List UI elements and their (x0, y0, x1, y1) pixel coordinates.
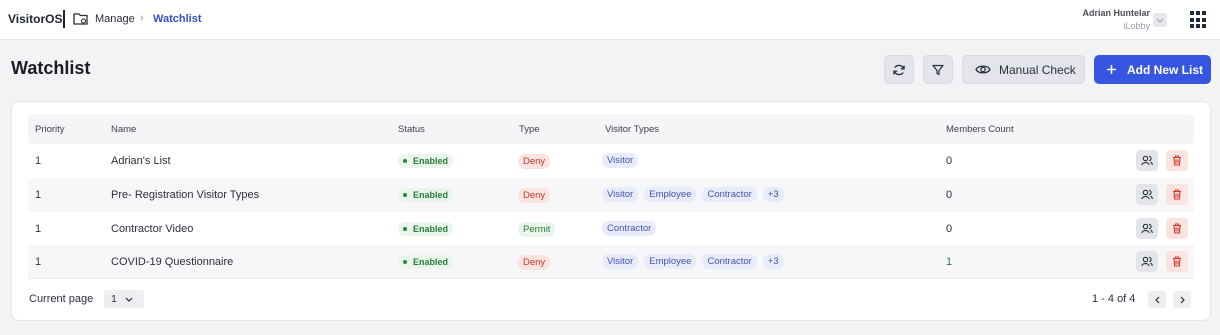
manage-members-button[interactable] (1136, 218, 1158, 239)
plus-icon (1107, 65, 1116, 74)
table-row[interactable]: 1 Adrian's List Enabled Deny Visitor 0 (28, 144, 1194, 178)
status-badge: Enabled (398, 154, 454, 168)
previous-page-button[interactable] (1148, 291, 1166, 308)
visitor-type-chip: Employee (644, 254, 697, 269)
chevron-right-icon (1180, 296, 1185, 303)
table-row[interactable]: 1 COVID-19 Questionnaire Enabled Deny Vi… (28, 245, 1194, 279)
visitor-type-chip: Employee (644, 187, 697, 202)
add-new-list-button[interactable]: Add New List (1094, 55, 1211, 84)
refresh-button[interactable] (884, 55, 914, 84)
row-members-count: 1 (946, 256, 953, 268)
visitor-type-chip: Visitor (602, 254, 639, 269)
column-header-visitor-types[interactable]: Visitor Types (605, 124, 659, 135)
manual-check-label: Manual Check (999, 62, 1076, 77)
manage-members-button[interactable] (1136, 251, 1158, 272)
row-members-count: 0 (946, 155, 953, 167)
column-header-status[interactable]: Status (398, 124, 425, 135)
column-header-priority[interactable]: Priority (35, 124, 65, 135)
visitor-type-chip: Contractor (602, 221, 657, 236)
manage-members-button[interactable] (1136, 184, 1158, 205)
current-page-select[interactable]: 1 (104, 290, 144, 308)
delete-button[interactable] (1166, 251, 1188, 272)
add-new-list-label: Add New List (1127, 62, 1204, 77)
type-badge: Deny (518, 188, 551, 203)
top-bar: VisitorOS Manage › Watchlist Adrian Hunt… (0, 0, 1220, 40)
user-org: iLobby (1123, 21, 1150, 31)
delete-button[interactable] (1166, 184, 1188, 205)
pagination-range: 1 - 4 of 4 (1092, 293, 1136, 305)
visitor-types: Contractor (602, 221, 657, 236)
manual-check-button[interactable]: Manual Check (962, 55, 1085, 84)
breadcrumb-current: Watchlist (153, 13, 202, 25)
trash-icon (1173, 223, 1181, 234)
status-dot-icon (403, 260, 407, 264)
eye-icon (975, 65, 991, 74)
brand-separator (63, 10, 65, 28)
row-priority: 1 (35, 189, 42, 201)
visitor-types: Visitor (602, 153, 639, 168)
visitor-type-chip: Visitor (602, 187, 639, 202)
row-members-count: 0 (946, 189, 953, 201)
user-name[interactable]: Adrian Huntelar (1082, 8, 1150, 18)
brand-logo[interactable]: VisitorOS (8, 12, 62, 26)
next-page-button[interactable] (1173, 291, 1191, 308)
table-header: Priority Name Status Type Visitor Types … (28, 114, 1194, 144)
row-name[interactable]: Adrian's List (111, 155, 171, 167)
delete-button[interactable] (1166, 150, 1188, 171)
visitor-types: Visitor Employee Contractor +3 (602, 187, 784, 202)
column-header-name[interactable]: Name (111, 124, 136, 135)
type-badge: Permit (518, 222, 556, 237)
table-row[interactable]: 1 Contractor Video Enabled Permit Contra… (28, 212, 1194, 246)
users-icon (1141, 256, 1153, 267)
row-priority: 1 (35, 155, 42, 167)
app-launcher-grid-icon[interactable] (1190, 11, 1208, 29)
breadcrumb-chevron-icon: › (140, 12, 144, 24)
visitor-type-more-chip[interactable]: +3 (762, 187, 784, 202)
watchlist-card: Priority Name Status Type Visitor Types … (11, 101, 1211, 321)
row-name[interactable]: COVID-19 Questionnaire (111, 256, 233, 268)
manage-members-button[interactable] (1136, 150, 1158, 171)
visitor-type-chip: Contractor (702, 254, 757, 269)
users-icon (1141, 155, 1153, 166)
current-page-label: Current page (29, 293, 94, 305)
users-icon (1141, 189, 1153, 200)
visitor-type-chip: Visitor (602, 153, 639, 168)
refresh-icon (893, 64, 905, 75)
status-badge: Enabled (398, 188, 454, 202)
users-icon (1141, 223, 1153, 234)
visitor-type-more-chip[interactable]: +3 (762, 254, 784, 269)
folder-settings-icon (73, 13, 88, 25)
chevron-left-icon (1154, 296, 1159, 303)
status-dot-icon (403, 193, 407, 197)
status-dot-icon (403, 227, 407, 231)
row-priority: 1 (35, 223, 42, 235)
status-dot-icon (403, 159, 407, 163)
user-menu-chevron-icon[interactable] (1153, 13, 1167, 27)
page-title: Watchlist (11, 58, 91, 78)
chevron-down-icon (125, 297, 133, 302)
table-footer-divider (28, 278, 1194, 279)
column-header-members-count[interactable]: Members Count (946, 124, 1014, 135)
visitor-type-chip: Contractor (702, 187, 757, 202)
trash-icon (1173, 189, 1181, 200)
row-members-count: 0 (946, 223, 953, 235)
row-priority: 1 (35, 256, 42, 268)
type-badge: Deny (518, 154, 551, 169)
table-row[interactable]: 1 Pre- Registration Visitor Types Enable… (28, 178, 1194, 212)
trash-icon (1173, 155, 1181, 166)
filter-button[interactable] (923, 55, 953, 84)
filter-icon (932, 64, 944, 75)
visitor-types: Visitor Employee Contractor +3 (602, 254, 784, 269)
type-badge: Deny (518, 255, 551, 270)
status-badge: Enabled (398, 222, 454, 236)
row-name[interactable]: Pre- Registration Visitor Types (111, 189, 259, 201)
current-page-value: 1 (111, 293, 117, 305)
status-badge: Enabled (398, 255, 454, 269)
delete-button[interactable] (1166, 218, 1188, 239)
breadcrumb-manage[interactable]: Manage (95, 13, 135, 25)
trash-icon (1173, 256, 1181, 267)
row-name[interactable]: Contractor Video (111, 223, 193, 235)
column-header-type[interactable]: Type (519, 124, 540, 135)
